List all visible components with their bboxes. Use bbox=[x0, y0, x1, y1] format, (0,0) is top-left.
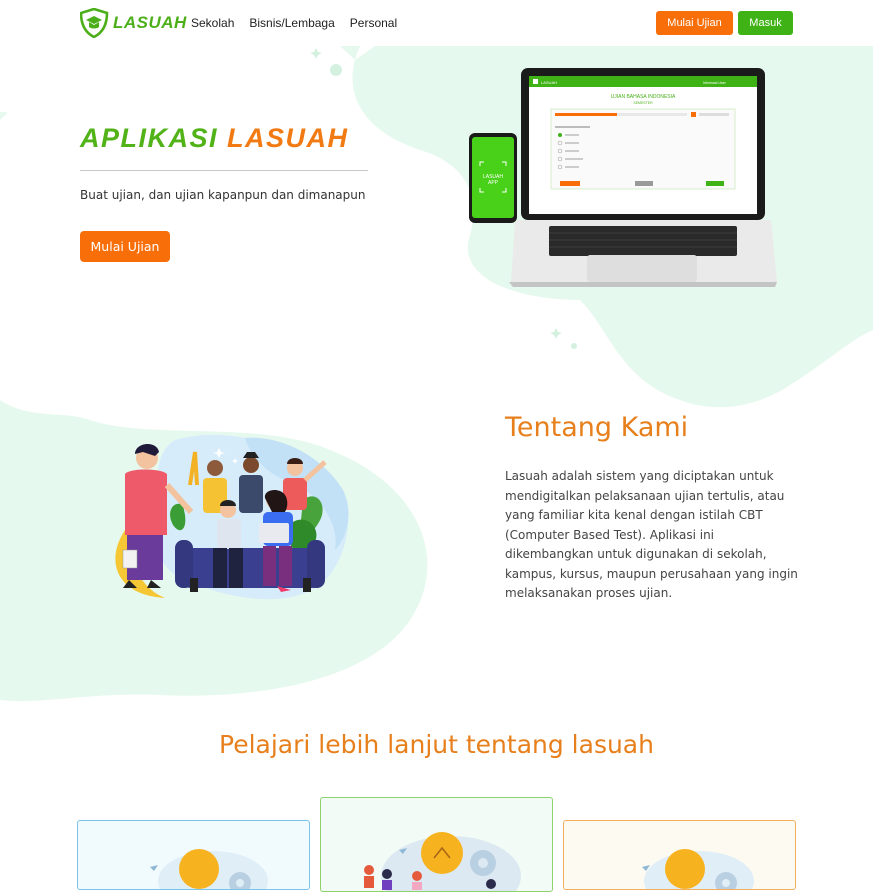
hero-title-part1: APLIKASI bbox=[80, 123, 219, 153]
site-header: LASUAH Sekolah Bisnis/Lembaga Personal M… bbox=[0, 0, 873, 46]
lightbulb-gear-illustration bbox=[150, 849, 268, 889]
nav-bisnis-lembaga[interactable]: Bisnis/Lembaga bbox=[249, 16, 334, 30]
about-title: Tentang Kami bbox=[505, 412, 689, 443]
svg-text:APP: APP bbox=[488, 180, 499, 186]
svg-text:LASUAH: LASUAH bbox=[541, 80, 557, 85]
laptop-screen-subtitle: SEMESTER bbox=[633, 101, 653, 105]
login-button[interactable]: Masuk bbox=[738, 11, 793, 35]
hero-title-part2: LASUAH bbox=[227, 123, 349, 153]
lightbulb-gear-illustration bbox=[642, 849, 754, 889]
main-nav: Sekolah Bisnis/Lembaga Personal bbox=[191, 16, 412, 30]
svg-text:Informasi User: Informasi User bbox=[703, 81, 727, 85]
team-illustration bbox=[115, 434, 349, 600]
hero-subtitle: Buat ujian, dan ujian kapanpun dan diman… bbox=[80, 188, 366, 202]
laptop-screen-title: UJIAN BAHASA INDONESIA bbox=[611, 94, 676, 100]
nav-personal[interactable]: Personal bbox=[350, 16, 397, 30]
hero-start-exam-button[interactable]: Mulai Ujian bbox=[80, 231, 170, 262]
brand-name: LASUAH bbox=[113, 13, 187, 32]
learn-card-left[interactable] bbox=[77, 820, 310, 890]
learn-card-center[interactable] bbox=[320, 797, 553, 892]
about-description: Lasuah adalah sistem yang diciptakan unt… bbox=[505, 469, 798, 600]
laptop-mockup: LASUAH Informasi User UJIAN BAHASA INDON… bbox=[509, 68, 777, 287]
hero-title: APLIKASI LASUAH bbox=[80, 123, 349, 154]
learn-more-title: Pelajari lebih lanjut tentang lasuah bbox=[219, 730, 654, 759]
hero-divider bbox=[80, 170, 368, 171]
shield-icon bbox=[80, 8, 109, 38]
lightbulb-team-illustration bbox=[364, 832, 521, 891]
header-start-exam-button[interactable]: Mulai Ujian bbox=[656, 11, 733, 35]
nav-sekolah[interactable]: Sekolah bbox=[191, 16, 234, 30]
phone-mockup: LASUAH APP bbox=[469, 133, 517, 223]
brand-logo[interactable]: LASUAH bbox=[80, 8, 186, 38]
learn-card-right[interactable] bbox=[563, 820, 796, 890]
